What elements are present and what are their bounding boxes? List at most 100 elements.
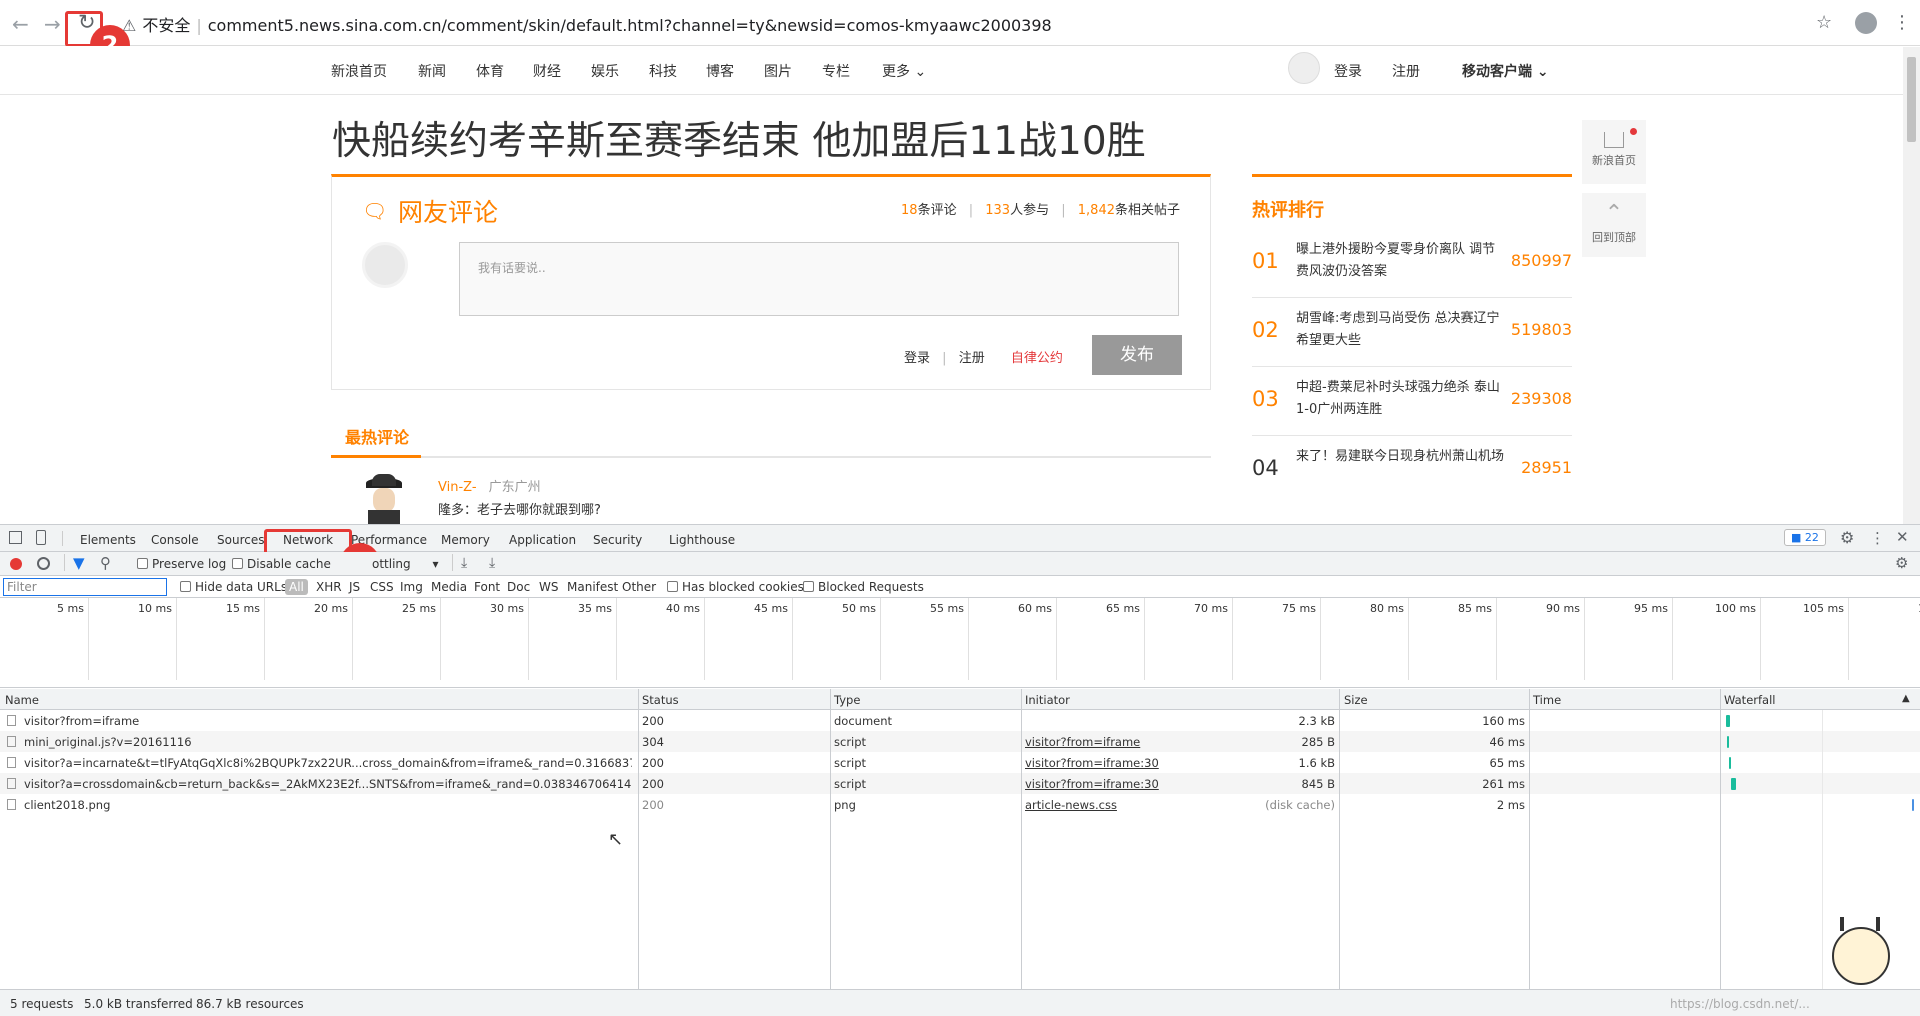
nav-item-photos[interactable]: 图片 [764,61,792,81]
request-initiator[interactable]: visitor?from=iframe [1025,735,1140,749]
ranking-item[interactable]: 03 中超-费莱尼补时头球强力绝杀 泰山1-0广州两连胜 239308 [1252,367,1572,436]
timeline-overview[interactable]: 5 ms 10 ms 15 ms 20 ms 25 ms 30 ms 35 ms 40 ms 4… [0,598,1920,688]
request-row[interactable]: client2018.png 200 png article-news.css (dis… [0,794,1920,815]
nav-item-more[interactable]: 更多 ⌄ [882,61,926,81]
type-filter-css[interactable]: CSS [370,580,394,594]
tab-lighthouse[interactable]: Lighthouse [669,533,735,547]
rank-title[interactable]: 曝上港外援盼今夏零身价离队 调节费风波仍没答案 [1296,239,1508,283]
record-icon[interactable] [10,558,22,570]
side-top-button[interactable]: ⌃ 回到顶部 [1582,193,1646,257]
network-settings-icon[interactable]: ⚙ [1895,554,1908,572]
request-row[interactable]: visitor?a=crossdomain&cb=return_back&s=_… [0,773,1920,794]
issues-icon: ■ [1791,531,1802,544]
filter-placeholder: Filter [7,580,37,594]
search-icon[interactable]: ⚲ [100,554,111,572]
column-header-initiator[interactable]: Initiator [1025,693,1070,707]
browser-menu-icon[interactable]: ⋮ [1893,12,1911,33]
tab-application[interactable]: Application [509,533,576,547]
throttling-select[interactable]: ottling ▾ [372,557,439,571]
comment-login-link[interactable]: 登录 [904,351,930,366]
url-text[interactable]: comment5.news.sina.com.cn/comment/skin/d… [208,16,1052,35]
request-row[interactable]: mini_original.js?v=20161116 304 script visi… [0,731,1920,752]
disable-cache-checkbox[interactable]: Disable cache [232,557,331,571]
clear-icon[interactable] [37,557,50,570]
nav-login[interactable]: 登录 [1334,61,1362,81]
timeline-tick-label: 15 ms [226,602,260,615]
comment-textarea[interactable]: 我有话要说.. [459,242,1179,316]
tab-memory[interactable]: Memory [441,533,490,547]
ranking-item[interactable]: 04 来了！易建联今日现身杭州萧山机场 28951 [1252,436,1572,505]
request-initiator[interactable]: visitor?from=iframe:30 [1025,777,1159,791]
profile-avatar-icon[interactable] [1855,12,1877,34]
type-filter-manifest[interactable]: Manifest [567,580,618,594]
tab-elements[interactable]: Elements [80,533,136,547]
import-har-icon[interactable]: ⤓ [461,555,467,571]
inspect-element-icon[interactable] [9,531,22,544]
forward-icon[interactable]: → [44,12,61,36]
preserve-log-checkbox[interactable]: Preserve log [137,557,226,571]
url-bar[interactable]: ⚠ 不安全 | comment5.news.sina.com.cn/comment/s… [122,12,1052,36]
request-initiator[interactable]: visitor?from=iframe:30 [1025,756,1159,770]
nav-item-news[interactable]: 新闻 [418,61,446,81]
filter-funnel-icon[interactable]: ▼ [73,554,85,572]
issues-badge[interactable]: ■ 22 [1784,529,1826,546]
column-header-name[interactable]: Name [5,693,39,707]
type-filter-other[interactable]: Other [622,580,656,594]
publish-button[interactable]: 发布 [1092,335,1182,375]
nav-mobile-client[interactable]: 移动客户端 ⌄ [1462,61,1549,81]
bookmark-star-icon[interactable]: ☆ [1816,12,1832,33]
type-filter-doc[interactable]: Doc [507,580,530,594]
page-scrollbar[interactable] [1903,47,1920,524]
devtools-close-icon[interactable]: ✕ [1896,528,1909,546]
rules-link[interactable]: 自律公约 [1011,351,1063,366]
type-filter-img[interactable]: Img [400,580,423,594]
side-home-button[interactable]: 新浪首页 [1582,120,1646,184]
page-scrollbar-thumb[interactable] [1907,57,1916,142]
tab-console[interactable]: Console [151,533,199,547]
nav-item-tech[interactable]: 科技 [649,61,677,81]
type-filter-font[interactable]: Font [474,580,500,594]
column-header-waterfall[interactable]: Waterfall [1724,693,1775,707]
tab-security[interactable]: Security [593,533,642,547]
comment-register-link[interactable]: 注册 [959,351,985,366]
request-row[interactable]: visitor?from=iframe 200 document 2.3 kB 160 … [0,710,1920,731]
rank-title[interactable]: 胡雪峰:考虑到马尚受伤 总决赛辽宁希望更大些 [1296,308,1508,352]
has-blocked-cookies-checkbox[interactable]: Has blocked cookies [667,580,804,594]
rank-title[interactable]: 中超-费莱尼补时头球强力绝杀 泰山1-0广州两连胜 [1296,377,1508,421]
type-filter-js[interactable]: JS [349,580,360,594]
commenter-name[interactable]: Vin-Z- [438,480,477,495]
hide-data-urls-checkbox[interactable]: Hide data URLs [180,580,287,594]
request-type: script [834,756,867,770]
column-header-type[interactable]: Type [834,693,860,707]
export-har-icon[interactable]: ⤓ [489,555,495,571]
nav-item-home[interactable]: 新浪首页 [331,61,387,81]
nav-item-blog[interactable]: 博客 [706,61,734,81]
filter-input[interactable]: Filter [3,578,167,596]
ranking-item[interactable]: 02 胡雪峰:考虑到马尚受伤 总决赛辽宁希望更大些 519803 [1252,298,1572,367]
column-header-status[interactable]: Status [642,693,679,707]
device-toolbar-icon[interactable] [36,530,46,545]
nav-item-entertainment[interactable]: 娱乐 [591,61,619,81]
column-header-time[interactable]: Time [1533,693,1561,707]
column-header-size[interactable]: Size [1344,693,1368,707]
blocked-requests-checkbox[interactable]: Blocked Requests [803,580,924,594]
back-icon[interactable]: ← [12,12,29,36]
type-filter-media[interactable]: Media [431,580,467,594]
tab-sources[interactable]: Sources [217,533,264,547]
browser-toolbar: ← → ↻ ⚠ 不安全 | comment5.news.sina.com.cn/com… [0,0,1920,46]
comment-placeholder: 我有话要说.. [478,261,546,275]
ranking-item[interactable]: 01 曝上港外援盼今夏零身价离队 调节费风波仍没答案 850997 [1252,229,1572,298]
type-filter-xhr[interactable]: XHR [316,580,342,594]
sort-up-icon[interactable]: ▲ [1902,693,1910,704]
type-filter-all[interactable]: All [285,579,308,595]
nav-item-sports[interactable]: 体育 [476,61,504,81]
request-row[interactable]: visitor?a=incarnate&t=tlFyAtqGqXlc8i%2BQ… [0,752,1920,773]
request-initiator[interactable]: article-news.css [1025,798,1117,812]
type-filter-ws[interactable]: WS [539,580,558,594]
nav-register[interactable]: 注册 [1392,61,1420,81]
rank-title[interactable]: 来了！易建联今日现身杭州萧山机场 [1296,446,1508,468]
nav-item-columns[interactable]: 专栏 [822,61,850,81]
nav-item-finance[interactable]: 财经 [533,61,561,81]
devtools-menu-icon[interactable]: ⋮ [1870,529,1885,547]
devtools-settings-icon[interactable]: ⚙ [1840,528,1854,547]
